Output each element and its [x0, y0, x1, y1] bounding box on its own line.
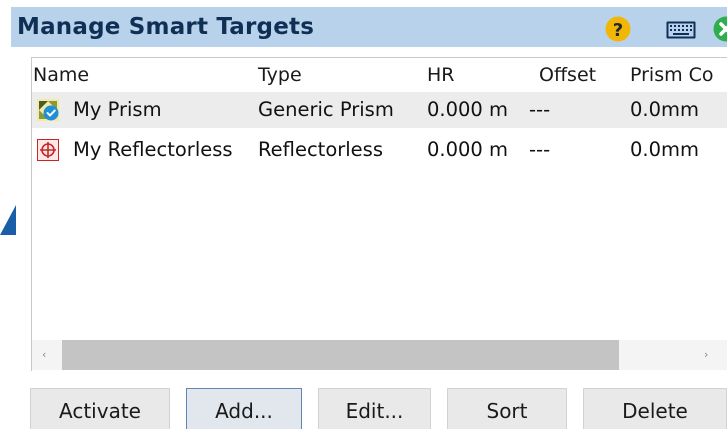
- row-name: My Prism: [73, 92, 162, 128]
- table-row[interactable]: My Prism Generic Prism 0.000 m --- 0.0mm: [32, 92, 727, 128]
- keyboard-icon[interactable]: [666, 21, 696, 39]
- add-button[interactable]: Add...: [186, 388, 302, 429]
- column-header-hr[interactable]: HR: [427, 64, 455, 86]
- horizontal-scrollbar[interactable]: ‹ ›: [32, 340, 727, 370]
- row-prism-constant: 0.0mm: [630, 132, 699, 168]
- reflectorless-target-icon: [37, 139, 59, 161]
- column-header-offset[interactable]: Offset: [539, 64, 596, 86]
- column-header-name[interactable]: Name: [33, 64, 89, 86]
- row-name: My Reflectorless: [73, 132, 233, 168]
- activate-button[interactable]: Activate: [30, 388, 170, 429]
- row-offset: ---: [529, 132, 550, 168]
- row-hr: 0.000 m: [427, 92, 508, 128]
- scroll-left-arrow[interactable]: ‹: [42, 348, 46, 361]
- title-bar: Manage Smart Targets ?: [11, 7, 727, 47]
- scrollbar-thumb[interactable]: [62, 340, 619, 370]
- row-offset: ---: [529, 92, 550, 128]
- row-hr: 0.000 m: [427, 132, 508, 168]
- svg-text:?: ?: [613, 20, 623, 41]
- row-type: Generic Prism: [258, 92, 394, 128]
- close-icon[interactable]: [713, 16, 727, 42]
- prism-active-icon: [37, 99, 59, 121]
- row-type: Reflectorless: [258, 132, 383, 168]
- pointer-arrow-icon: [0, 205, 16, 235]
- sort-button[interactable]: Sort: [447, 388, 567, 429]
- window-title: Manage Smart Targets: [17, 12, 314, 42]
- column-header-prism-constant[interactable]: Prism Co: [630, 64, 714, 86]
- row-prism-constant: 0.0mm: [630, 92, 699, 128]
- edit-button[interactable]: Edit...: [318, 388, 431, 429]
- column-header-type[interactable]: Type: [258, 64, 302, 86]
- delete-button[interactable]: Delete: [583, 388, 727, 429]
- scroll-right-arrow[interactable]: ›: [704, 348, 708, 361]
- help-icon[interactable]: ?: [605, 16, 631, 42]
- table-row[interactable]: My Reflectorless Reflectorless 0.000 m -…: [32, 132, 727, 168]
